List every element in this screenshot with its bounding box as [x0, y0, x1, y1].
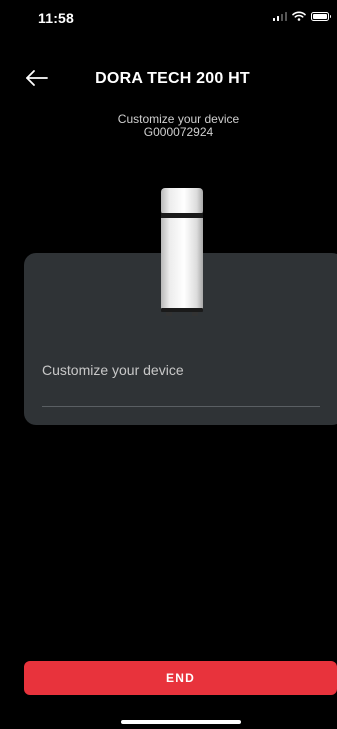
battery-icon: [311, 11, 331, 21]
device-name-input[interactable]: [42, 380, 320, 407]
status-time: 11:58: [38, 10, 75, 26]
page-title: DORA TECH 200 HT: [95, 70, 250, 87]
signal-icon: [272, 11, 287, 21]
header: DORA TECH 200 HT: [0, 58, 337, 98]
water-heater-image: [161, 188, 203, 316]
status-bar: 11:58: [0, 0, 337, 44]
end-button[interactable]: END: [24, 661, 337, 695]
wifi-icon: [292, 11, 306, 21]
home-indicator: [121, 720, 241, 724]
device-serial: G000072924: [143, 125, 214, 139]
device-info: Customize your device G000072924: [0, 113, 337, 139]
customize-field-label: Customize your device: [42, 362, 184, 378]
status-icons: [272, 11, 331, 21]
